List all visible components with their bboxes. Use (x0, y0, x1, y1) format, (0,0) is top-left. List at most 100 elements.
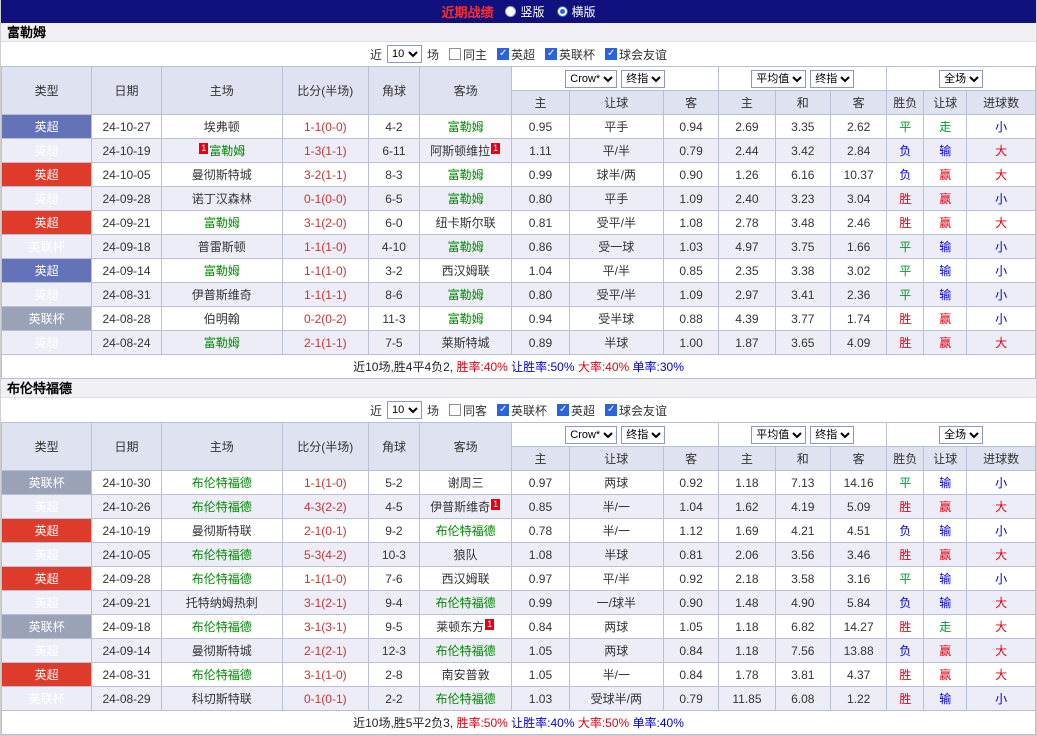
avg-odds-cell: 6.08 (774, 686, 831, 711)
handicap-odds-cell: 1.04 (511, 258, 570, 283)
layout-radio-vertical[interactable]: 竖版 (505, 3, 545, 20)
away-team-name[interactable]: 西汉姆联 (442, 264, 490, 278)
home-team-cell: 埃弗顿 (160, 114, 283, 139)
home-team-name[interactable]: 伯明翰 (204, 312, 240, 326)
home-team-name[interactable]: 布伦特福德 (192, 548, 252, 562)
odds-stage-select[interactable]: 终指 (621, 425, 666, 444)
away-team-name[interactable]: 莱顿东方 (436, 620, 484, 634)
checkbox-checked-icon (605, 48, 618, 60)
avg-stage-select[interactable]: 终指 (810, 69, 855, 88)
filter-checkbox[interactable]: 英联杯 (545, 46, 595, 63)
avg-odds-cell: 3.48 (774, 210, 831, 235)
avg-odds-cell: 1.62 (718, 494, 776, 519)
home-team-name[interactable]: 布伦特福德 (192, 668, 252, 682)
filter-checkbox[interactable]: 同主 (448, 46, 487, 63)
home-team-name[interactable]: 富勒姆 (204, 216, 240, 230)
handicap-odds-cell: 0.85 (511, 494, 570, 519)
home-team-cell: 富勒姆 (160, 330, 283, 355)
column-header: 主 (511, 90, 570, 115)
away-team-name[interactable]: 富勒姆 (448, 168, 484, 182)
home-team-name[interactable]: 布伦特福德 (192, 572, 252, 586)
home-team-name[interactable]: 富勒姆 (204, 264, 240, 278)
handicap-result-cell: 输 (923, 518, 968, 543)
handicap-result-cell: 输 (923, 590, 968, 615)
away-team-name[interactable]: 富勒姆 (448, 312, 484, 326)
away-team-name[interactable]: 谢周三 (448, 476, 484, 490)
home-team-name[interactable]: 布伦特福德 (192, 620, 252, 634)
away-team-name[interactable]: 南安普敦 (442, 668, 490, 682)
scope-select[interactable]: 全场 (939, 69, 984, 88)
home-team-name[interactable]: 布伦特福德 (192, 476, 252, 490)
filter-checkbox[interactable]: 英超 (497, 46, 535, 63)
avg-odds-cell: 7.56 (774, 638, 831, 663)
avg-odds-cell: 4.97 (718, 234, 776, 259)
filter-checkbox[interactable]: 球会友谊 (605, 402, 667, 419)
league-type-cell: 英超 (0, 638, 93, 663)
bookmaker-select[interactable]: Crow* (565, 425, 618, 444)
recent-count-select[interactable]: 10 (386, 45, 422, 63)
away-team-name[interactable]: 富勒姆 (448, 192, 484, 206)
layout-radio-horizontal[interactable]: 横版 (556, 3, 596, 20)
league-type-cell: 英超 (0, 566, 93, 591)
match-row: 英超 24-09-21 富勒姆 3-1(2-0) 6-0 纽卡斯尔联 0.81 受平/半 1.0… (0, 210, 1036, 235)
home-team-name[interactable]: 伊普斯维奇 (192, 288, 252, 302)
home-team-name[interactable]: 曼彻斯特城 (192, 168, 252, 182)
home-team-name[interactable]: 曼彻斯特联 (192, 524, 252, 538)
filter-checkbox-label: 英联杯 (511, 403, 548, 418)
away-team-cell: 纽卡斯尔联 (419, 210, 513, 235)
away-team-name[interactable]: 狼队 (454, 548, 478, 562)
odds-stage-select[interactable]: 终指 (621, 69, 666, 88)
home-team-name[interactable]: 布伦特福德 (192, 500, 252, 514)
filter-checkbox[interactable]: 球会友谊 (605, 46, 667, 63)
scope-select[interactable]: 全场 (939, 425, 984, 444)
handicap-odds-cell: 0.99 (511, 162, 570, 187)
away-team-name[interactable]: 布伦特福德 (436, 596, 496, 610)
home-team-name[interactable]: 普雷斯顿 (198, 240, 246, 254)
filter-checkbox[interactable]: 同客 (448, 402, 487, 419)
league-type-cell: 英超 (0, 590, 93, 615)
filter-checkbox[interactable]: 英超 (557, 402, 595, 419)
avg-odds-cell: 2.69 (718, 114, 776, 139)
home-team-name[interactable]: 富勒姆 (209, 144, 245, 158)
away-team-cell: 富勒姆 (419, 234, 513, 259)
avg-stage-select[interactable]: 终指 (810, 425, 855, 444)
date-cell: 24-09-14 (91, 638, 162, 663)
filter-checkbox[interactable]: 英联杯 (497, 402, 547, 419)
home-team-name[interactable]: 埃弗顿 (204, 120, 240, 134)
away-team-name[interactable]: 布伦特福德 (436, 644, 496, 658)
handicap-odds-cell: 1.00 (662, 330, 720, 355)
league-type-cell: 英超 (0, 662, 93, 687)
home-team-name[interactable]: 科切斯特联 (192, 692, 252, 706)
home-team-name[interactable]: 托特纳姆热刺 (186, 596, 258, 610)
away-team-name[interactable]: 纽卡斯尔联 (436, 216, 496, 230)
away-team-name[interactable]: 富勒姆 (448, 288, 484, 302)
home-team-name[interactable]: 诺丁汉森林 (192, 192, 252, 206)
handicap-odds-cell: 1.09 (662, 186, 720, 211)
away-team-cell: 富勒姆 (419, 162, 513, 187)
away-team-name[interactable]: 阿斯顿维拉 (430, 144, 490, 158)
bookmaker-select[interactable]: Crow* (565, 69, 618, 88)
recent-count-select[interactable]: 10 (386, 401, 422, 419)
avg-odds-cell: 3.23 (774, 186, 831, 211)
away-team-name[interactable]: 富勒姆 (448, 240, 484, 254)
away-team-name[interactable]: 布伦特福德 (436, 524, 496, 538)
avg-select[interactable]: 平均值 (751, 69, 807, 88)
away-team-name[interactable]: 莱斯特城 (442, 336, 490, 350)
handicap-odds-cell: 0.84 (662, 638, 720, 663)
away-team-name[interactable]: 西汉姆联 (442, 572, 490, 586)
checkbox-checked-icon (605, 404, 618, 416)
home-team-name[interactable]: 富勒姆 (204, 336, 240, 350)
column-header: 和 (774, 90, 831, 115)
league-type-cell: 英联杯 (0, 614, 93, 639)
recent-label: 近 (369, 403, 382, 418)
score-cell: 3-1(1-0) (281, 662, 369, 687)
home-team-name[interactable]: 曼彻斯特城 (192, 644, 252, 658)
handicap-odds-cell: 0.78 (511, 518, 570, 543)
handicap-odds-cell: 受半球 (568, 306, 664, 331)
away-team-name[interactable]: 伊普斯维奇 (430, 500, 490, 514)
away-team-cell: 南安普敦 (419, 662, 513, 687)
away-team-name[interactable]: 富勒姆 (448, 120, 484, 134)
away-team-name[interactable]: 布伦特福德 (436, 692, 496, 706)
avg-select[interactable]: 平均值 (751, 425, 807, 444)
recent-matches-table: 类型 日期 主场 比分(半场) 角球 客场 Crow* 终指 平均值 终指 全场主让球客主和客胜负让… (0, 66, 1036, 379)
